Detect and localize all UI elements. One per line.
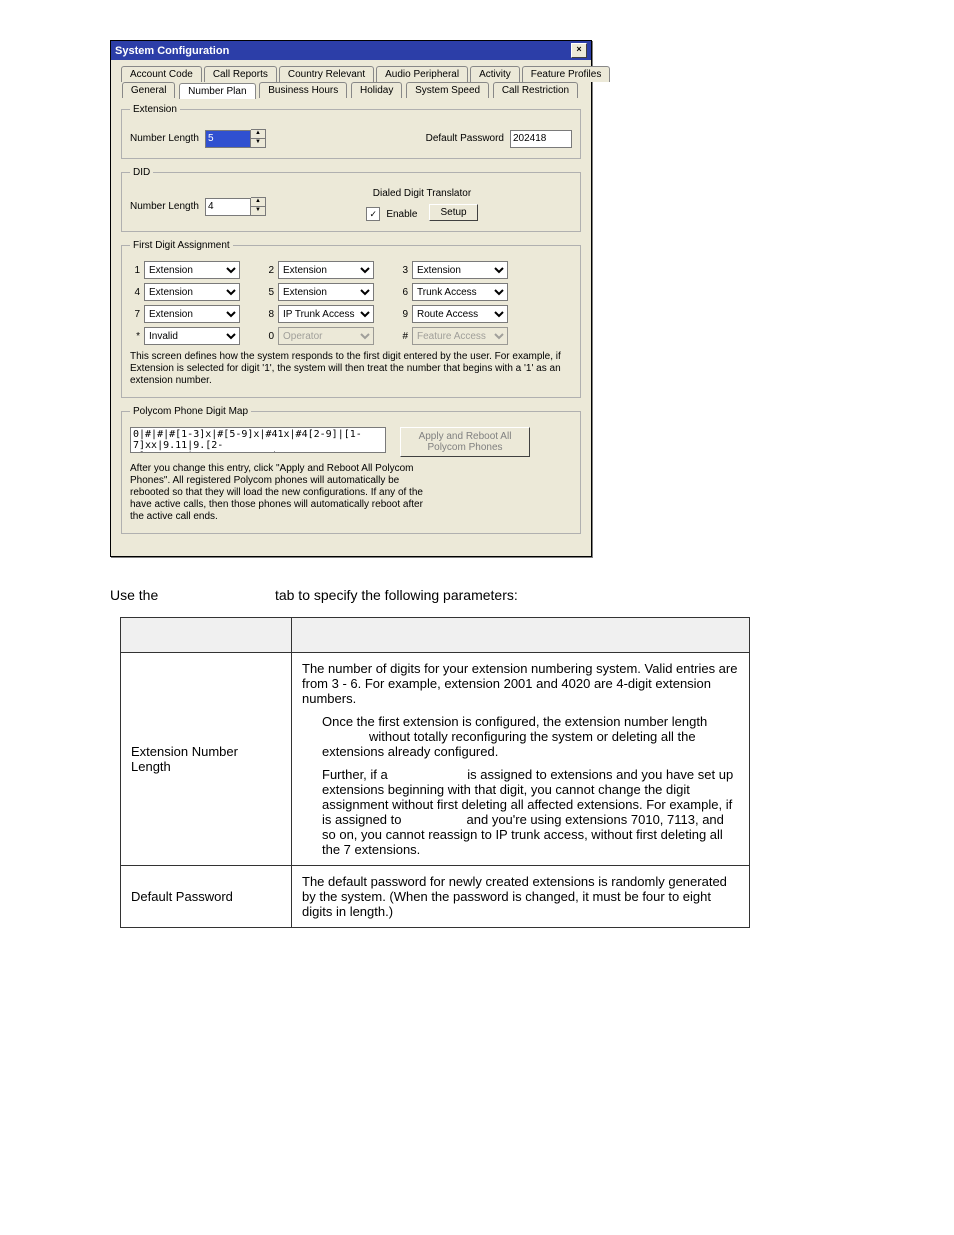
did-number-length-label: Number Length xyxy=(130,201,199,212)
did-legend: DID xyxy=(130,167,153,178)
did-number-length-input[interactable] xyxy=(205,198,251,216)
table-header-desc xyxy=(292,618,750,653)
table-row: Default Password The default password fo… xyxy=(121,866,750,928)
param-extension-number-length: Extension Number Length xyxy=(121,653,292,866)
digit-assignment-select[interactable]: Feature Access xyxy=(412,327,508,345)
digit-assignment-select[interactable]: Trunk Access xyxy=(412,283,508,301)
tab-number-plan[interactable]: Number Plan xyxy=(179,83,255,99)
tab-business-hours[interactable]: Business Hours xyxy=(259,82,347,98)
apply-reboot-button[interactable]: Apply and Reboot All Polycom Phones xyxy=(400,427,530,457)
chevron-down-icon[interactable]: ▼ xyxy=(251,139,265,147)
digit-label: 4 xyxy=(130,287,140,298)
param-desc-note1: Once the first extension is configured, … xyxy=(322,714,739,759)
titlebar: System Configuration × xyxy=(111,41,591,60)
enable-label: Enable xyxy=(386,209,417,220)
setup-button[interactable]: Setup xyxy=(429,204,477,221)
tab-account-code[interactable]: Account Code xyxy=(121,66,202,82)
did-group: DID Number Length ▲ ▼ Dialed Di xyxy=(121,167,581,232)
default-password-input[interactable] xyxy=(510,130,572,148)
digit-label: 1 xyxy=(130,265,140,276)
digit-label: * xyxy=(130,331,140,342)
did-number-length-spinner[interactable]: ▲ ▼ xyxy=(251,197,266,216)
parameters-table: Extension Number Length The number of di… xyxy=(120,617,750,928)
ddt-label: Dialed Digit Translator xyxy=(272,188,572,199)
param-desc-line1: The number of digits for your extension … xyxy=(302,661,739,706)
chevron-down-icon[interactable]: ▼ xyxy=(251,207,265,215)
tab-general[interactable]: General xyxy=(122,82,176,98)
digit-map-textarea[interactable]: 0|#|#|#[1-3]x|#[5-9]x|#41x|#4[2-9]|[1-7]… xyxy=(130,427,386,453)
digit-label: 0 xyxy=(264,331,274,342)
digit-label: # xyxy=(398,331,408,342)
digit-label: 7 xyxy=(130,309,140,320)
digit-assignment-select[interactable]: IP Trunk Access xyxy=(278,305,374,323)
chevron-up-icon[interactable]: ▲ xyxy=(251,130,265,139)
digit-assignment-select[interactable]: Extension xyxy=(144,261,240,279)
fda-legend: First Digit Assignment xyxy=(130,240,233,251)
digit-assignment-select[interactable]: Extension xyxy=(144,283,240,301)
ext-number-length-label: Number Length xyxy=(130,133,199,144)
polycom-note: After you change this entry, click "Appl… xyxy=(130,463,430,523)
tab-strip: Account Code Call Reports Country Releva… xyxy=(121,66,581,98)
tab-system-speed[interactable]: System Speed xyxy=(406,82,489,98)
extension-legend: Extension xyxy=(130,104,180,115)
table-row: Extension Number Length The number of di… xyxy=(121,653,750,866)
intro-text: Use the tab to specify the following par… xyxy=(110,587,844,603)
system-configuration-dialog: System Configuration × Account Code Call… xyxy=(110,40,592,557)
digit-assignment-select[interactable]: Extension xyxy=(278,261,374,279)
close-icon[interactable]: × xyxy=(571,43,587,58)
chevron-up-icon[interactable]: ▲ xyxy=(251,198,265,207)
window-title: System Configuration xyxy=(115,45,229,57)
tab-country-relevant[interactable]: Country Relevant xyxy=(279,66,374,82)
tab-call-restriction[interactable]: Call Restriction xyxy=(493,82,578,98)
tab-activity[interactable]: Activity xyxy=(470,66,520,82)
param-desc-note2: Further, if a is assigned to extensions … xyxy=(322,767,739,857)
digit-assignment-select[interactable]: Extension xyxy=(278,283,374,301)
default-password-label: Default Password xyxy=(426,133,504,144)
enable-checkbox[interactable]: ✓ xyxy=(366,207,380,221)
ext-number-length-input[interactable] xyxy=(205,130,251,148)
param-default-password-desc: The default password for newly created e… xyxy=(292,866,750,928)
digit-label: 5 xyxy=(264,287,274,298)
digit-label: 9 xyxy=(398,309,408,320)
digit-label: 8 xyxy=(264,309,274,320)
tab-holiday[interactable]: Holiday xyxy=(351,82,402,98)
fda-description: This screen defines how the system respo… xyxy=(130,351,572,387)
polycom-legend: Polycom Phone Digit Map xyxy=(130,406,251,417)
digit-label: 2 xyxy=(264,265,274,276)
digit-assignment-select[interactable]: Operator xyxy=(278,327,374,345)
first-digit-assignment-group: First Digit Assignment 1 Extension 2 Extens… xyxy=(121,240,581,398)
tab-feature-profiles[interactable]: Feature Profiles xyxy=(522,66,611,82)
digit-assignment-select[interactable]: Route Access xyxy=(412,305,508,323)
ext-number-length-spinner[interactable]: ▲ ▼ xyxy=(251,129,266,148)
param-default-password: Default Password xyxy=(121,866,292,928)
polycom-group: Polycom Phone Digit Map 0|#|#|#[1-3]x|#[… xyxy=(121,406,581,534)
digit-assignment-select[interactable]: Extension xyxy=(412,261,508,279)
extension-group: Extension Number Length ▲ ▼ Def xyxy=(121,104,581,159)
table-header-param xyxy=(121,618,292,653)
digit-assignment-select[interactable]: Extension xyxy=(144,305,240,323)
tab-call-reports[interactable]: Call Reports xyxy=(204,66,277,82)
tab-audio-peripheral[interactable]: Audio Peripheral xyxy=(376,66,468,82)
digit-label: 6 xyxy=(398,287,408,298)
digit-label: 3 xyxy=(398,265,408,276)
check-icon: ✓ xyxy=(370,209,378,220)
digit-assignment-select[interactable]: Invalid xyxy=(144,327,240,345)
